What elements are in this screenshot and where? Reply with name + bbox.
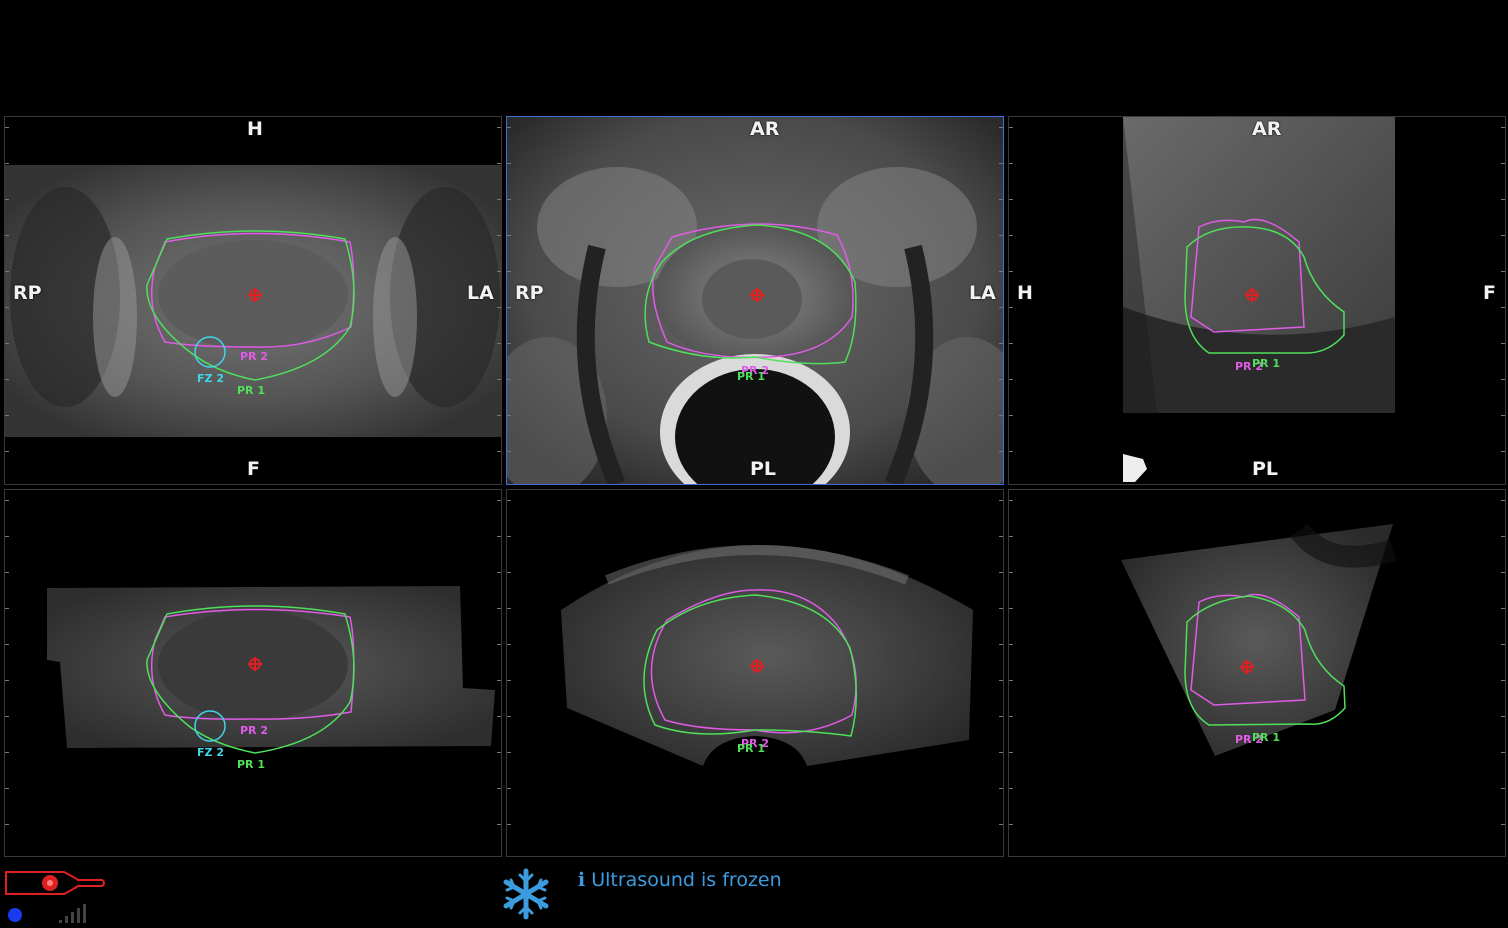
- info-icon: ℹ: [578, 869, 586, 891]
- contour-label-pr2: PR 2: [240, 724, 268, 737]
- contour-label-fz2: FZ 2: [197, 372, 224, 385]
- mri-coronal-image: PR 2 PR 1 FZ 2: [5, 165, 501, 437]
- ruler-ticks: [5, 117, 9, 484]
- contour-label-pr1: PR 1: [737, 742, 765, 755]
- viewport-mri-sagittal[interactable]: PR 2 PR 1 AR PL H F: [1008, 116, 1506, 485]
- contour-label-pr1: PR 1: [1252, 357, 1280, 370]
- us-axial-image: PR 2 PR 1: [561, 545, 973, 766]
- us-coronal-image: PR 2 PR 1 FZ 2: [47, 586, 495, 771]
- contour-label-pr1: PR 1: [237, 758, 265, 771]
- connection-status-dot: [8, 908, 22, 922]
- contour-label-fz2: FZ 2: [197, 746, 224, 759]
- ruler-ticks: [5, 490, 9, 856]
- orientation-right: F: [1483, 282, 1496, 304]
- ruler-ticks: [1501, 490, 1505, 856]
- signal-bars-icon: [59, 904, 86, 923]
- orientation-top: AR: [1252, 118, 1282, 140]
- viewport-us-axial[interactable]: PR 2 PR 1: [506, 489, 1004, 857]
- mri-axial-image: PR 2 PR 1: [507, 117, 1003, 484]
- orientation-right: LA: [969, 282, 996, 304]
- contour-label-pr1: PR 1: [737, 370, 765, 383]
- orientation-left: RP: [515, 282, 544, 304]
- mri-sagittal-image: PR 2 PR 1: [1123, 117, 1395, 484]
- ruler-ticks: [497, 117, 501, 484]
- orientation-top: AR: [750, 118, 780, 140]
- ultrasound-probe-icon[interactable]: [4, 866, 106, 900]
- status-bar: ℹ Ultrasound is frozen: [0, 860, 1508, 928]
- viewport-us-sagittal[interactable]: PR 2 PR 1: [1008, 489, 1506, 857]
- contour-label-pr2: PR 2: [240, 350, 268, 363]
- contour-label-pr1: PR 1: [237, 384, 265, 397]
- viewport-mri-axial[interactable]: PR 2 PR 1 AR PL RP LA: [506, 116, 1004, 485]
- orientation-top: H: [247, 118, 263, 140]
- status-message: ℹ Ultrasound is frozen: [578, 869, 782, 891]
- ruler-ticks: [999, 490, 1003, 856]
- ruler-ticks: [1009, 117, 1013, 484]
- orientation-bottom: PL: [750, 458, 777, 480]
- orientation-left: RP: [13, 282, 42, 304]
- viewport-us-coronal[interactable]: PR 2 PR 1 FZ 2: [4, 489, 502, 857]
- ruler-ticks: [999, 117, 1003, 484]
- contour-label-pr1: PR 1: [1252, 731, 1280, 744]
- ruler-ticks: [1501, 117, 1505, 484]
- viewport-mri-coronal[interactable]: PR 2 PR 1 FZ 2 H F RP LA: [4, 116, 502, 485]
- snowflake-icon: [503, 868, 549, 920]
- ruler-ticks: [497, 490, 501, 856]
- us-sagittal-image: PR 2 PR 1: [1121, 522, 1397, 756]
- ruler-ticks: [507, 117, 511, 484]
- ruler-ticks: [1009, 490, 1013, 856]
- orientation-right: LA: [467, 282, 494, 304]
- orientation-left: H: [1017, 282, 1033, 304]
- ruler-ticks: [507, 490, 511, 856]
- orientation-bottom: F: [247, 458, 260, 480]
- orientation-bottom: PL: [1252, 458, 1279, 480]
